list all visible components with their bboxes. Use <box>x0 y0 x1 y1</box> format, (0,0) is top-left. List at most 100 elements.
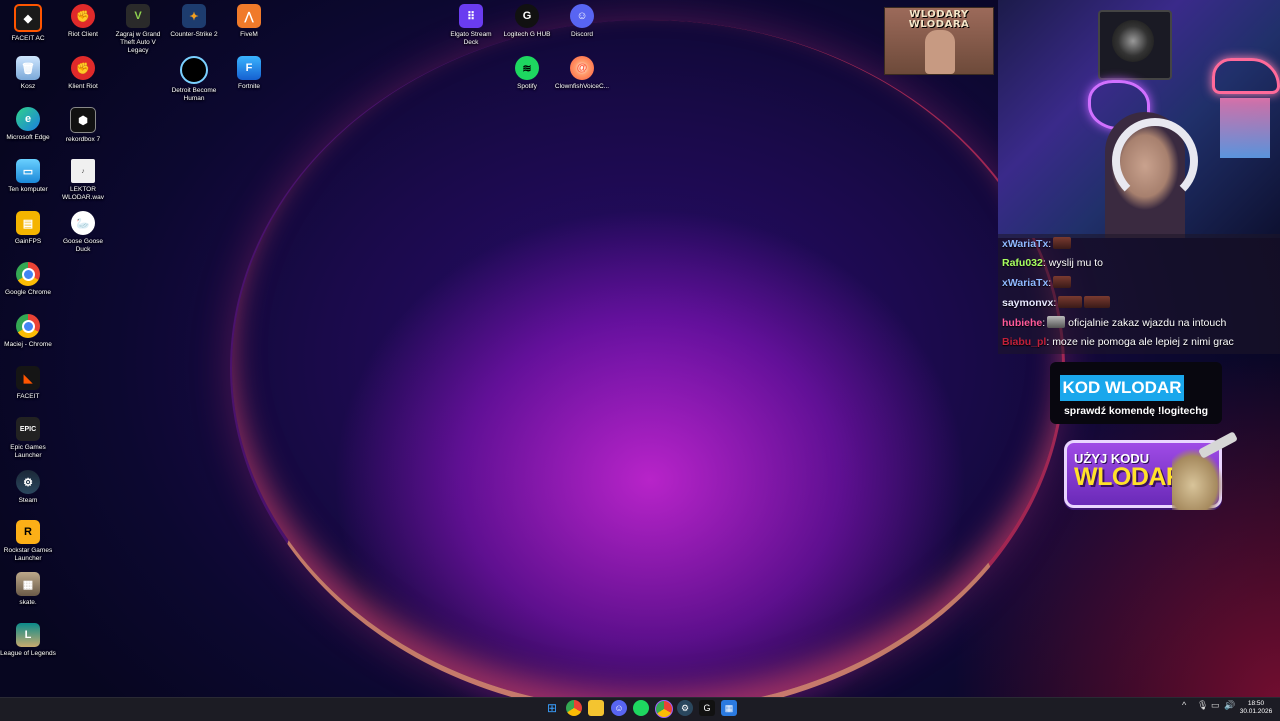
desktop-icon-chrome[interactable]: Google Chrome <box>0 262 56 297</box>
clock-date: 30.01.2026 <box>1239 708 1273 715</box>
desktop-icon-discord[interactable]: ☺ Discord <box>554 4 610 39</box>
chat-text: wyslij mu to <box>1048 257 1103 269</box>
clock-time: 18:50 <box>1247 700 1265 707</box>
microphone-icon[interactable]: 🎙 <box>1197 700 1208 711</box>
desktop-icon-cs2[interactable]: ✦ Counter-Strike 2 <box>166 4 222 39</box>
desktop-icon-label: Ten komputer <box>8 186 48 193</box>
chat-message: hubiehe: oficjalnie zakaz wjazdu na into… <box>1002 316 1227 329</box>
desktop-icon-faceit-ac[interactable]: ◆ FACEIT AC <box>0 4 56 43</box>
steam-icon: ⚙ <box>16 470 40 494</box>
chat-username: xWariaTx <box>1002 238 1049 250</box>
taskbar-stream-deck-icon[interactable]: ▦ <box>721 700 737 716</box>
desktop-icon-label: Microsoft Edge <box>6 134 50 141</box>
desktop-icon-elgato[interactable]: ⠿ Elgato Stream Deck <box>443 4 499 47</box>
sponsor-code-title: KOD WLODAR <box>1060 375 1184 401</box>
desktop-icon-rockstar[interactable]: R Rockstar Games Launcher <box>0 520 56 563</box>
desktop-icon-faceit[interactable]: ◣ FACEIT <box>0 366 56 401</box>
desktop-icon-edge[interactable]: e Microsoft Edge <box>0 107 56 142</box>
banner-text: WLODARY WLODARA <box>908 9 970 30</box>
chat-username: xWariaTx <box>1002 277 1049 289</box>
desktop-icon-steam[interactable]: ⚙ Steam <box>0 470 56 505</box>
webcam-speaker-cone <box>1112 20 1154 62</box>
chat-message: saymonvx: <box>1002 296 1111 309</box>
sponsor-code-subtitle: sprawdź komendę !logitechg <box>1063 405 1209 417</box>
taskbar-spotify-icon[interactable] <box>633 700 649 716</box>
desktop-icon-label: Maciej - Chrome <box>4 341 52 348</box>
wallpaper-ring <box>230 20 1065 697</box>
stream-chat: xWariaTx: Rafu032: wyslij mu to xWariaTx… <box>998 234 1280 354</box>
gainfps-icon: ▤ <box>16 211 40 235</box>
taskbar-chrome-icon[interactable] <box>566 700 582 716</box>
desktop-icon-riot-client[interactable]: ✊ Riot Client <box>55 4 111 39</box>
desktop-icon-label: Google Chrome <box>5 289 51 296</box>
desktop-icon-label: ClownfishVoiceC... <box>554 83 610 90</box>
fivem-icon: ⋀ <box>237 4 261 28</box>
epic-games-icon: EPIC <box>16 417 40 441</box>
tray-overflow-icon[interactable]: ^ <box>1182 700 1186 710</box>
logitech-icon: G <box>515 4 539 28</box>
league-of-legends-icon: L <box>16 623 40 647</box>
taskbar-chrome-profile-icon[interactable] <box>655 700 673 718</box>
desktop-icon-label: League of Legends <box>0 650 56 657</box>
desktop-icon-detroit[interactable]: Detroit Become Human <box>166 56 222 103</box>
rekordbox-icon: ⬢ <box>70 107 96 133</box>
taskbar-clock[interactable]: 18:50 30.01.2026 <box>1236 700 1276 716</box>
desktop-icon-label: Elgato Stream Deck <box>450 31 492 46</box>
desktop-icon-label: Rockstar Games Launcher <box>3 547 53 562</box>
desktop-icon-label: FACEIT <box>16 393 40 400</box>
desktop-icon-label: Counter-Strike 2 <box>170 31 218 38</box>
desktop-icon-gainfps[interactable]: ▤ GainFPS <box>0 211 56 246</box>
chat-message: Rafu032: wyslij mu to <box>1002 257 1103 269</box>
banner-person <box>925 30 955 74</box>
desktop-icon-label: Kosz <box>20 83 36 90</box>
desktop-icon-clownfish[interactable]: @ ClownfishVoiceC... <box>554 56 610 91</box>
desktop-icon-lol[interactable]: L League of Legends <box>0 623 56 658</box>
skate-icon: ▦ <box>16 572 40 596</box>
chat-text: moze nie pomoga ale lepiej z nimi grac <box>1052 336 1234 348</box>
chat-emote <box>1053 276 1072 288</box>
counter-strike-icon: ✦ <box>182 4 206 28</box>
chat-username: hubiehe <box>1002 317 1043 329</box>
desktop-icon-label: Klient Riot <box>68 83 98 90</box>
taskbar-steam-icon[interactable]: ⚙ <box>677 700 693 716</box>
chrome-icon <box>16 314 40 338</box>
desktop-icon-epic[interactable]: EPIC Epic Games Launcher <box>0 417 56 460</box>
creator-code-value: WLODAR <box>1074 463 1184 491</box>
desktop-icon-label: GainFPS <box>14 238 42 245</box>
desktop-icon-label: FACEIT AC <box>11 35 45 42</box>
desktop-icon-lektor[interactable]: ♪ LEKTOR WLODAR.wav <box>55 159 111 202</box>
desktop-icon-rekordbox[interactable]: ⬢ rekordbox 7 <box>55 107 111 144</box>
chat-emote <box>1058 296 1083 308</box>
desktop-icon-gta[interactable]: V Zagraj w Grand Theft Auto V Legacy <box>110 4 166 55</box>
desktop-icon-fivem[interactable]: ⋀ FiveM <box>221 4 277 39</box>
desktop-icon-label: Spotify <box>517 83 537 90</box>
desktop-icon-label: rekordbox 7 <box>65 136 101 143</box>
desktop-icon-fortnite[interactable]: F Fortnite <box>221 56 277 91</box>
desktop-icon-maciej-chrome[interactable]: Maciej - Chrome <box>0 314 56 349</box>
desktop-icon-ten-komputer[interactable]: ▭ Ten komputer <box>0 159 56 194</box>
network-icon[interactable]: ▭ <box>1211 700 1220 711</box>
chat-message: Biabu_pl: moze nie pomoga ale lepiej z n… <box>1002 336 1234 348</box>
goose-icon: 🦢 <box>71 211 95 235</box>
desktop-icon-spotify[interactable]: ≋ Spotify <box>499 56 555 91</box>
windows-start-icon[interactable]: ⊞ <box>544 700 560 716</box>
taskbar-logitech-icon[interactable]: G <box>699 700 715 716</box>
desktop-icon-logitech[interactable]: G Logitech G HUB <box>499 4 555 39</box>
desktop-icon-label: Riot Client <box>68 31 98 38</box>
chat-message: xWariaTx: <box>1002 276 1072 289</box>
stream-deck-icon: ⠿ <box>459 4 483 28</box>
taskbar-discord-icon[interactable]: ☺ <box>611 700 627 716</box>
chat-emote <box>1053 237 1072 249</box>
desktop-icon-kosz[interactable]: 🗑 Kosz <box>0 56 56 91</box>
webcam-shelf-lights <box>1220 98 1270 158</box>
desktop-icon-klient-riot[interactable]: ✊ Klient Riot <box>55 56 111 91</box>
stream-banner: WLODARY WLODARA <box>884 7 994 75</box>
desktop-icon-goose[interactable]: 🦢 Goose Goose Duck <box>55 211 111 254</box>
chrome-icon <box>16 262 40 286</box>
llama-mascot <box>1172 448 1224 510</box>
chat-text: oficjalnie zakaz wjazdu na intouch <box>1068 317 1227 329</box>
file-explorer-icon[interactable] <box>588 700 604 716</box>
volume-icon[interactable]: 🔊 <box>1224 700 1235 711</box>
chat-username: Biabu_pl <box>1002 336 1047 348</box>
desktop-icon-skate[interactable]: ▦ skate. <box>0 572 56 607</box>
